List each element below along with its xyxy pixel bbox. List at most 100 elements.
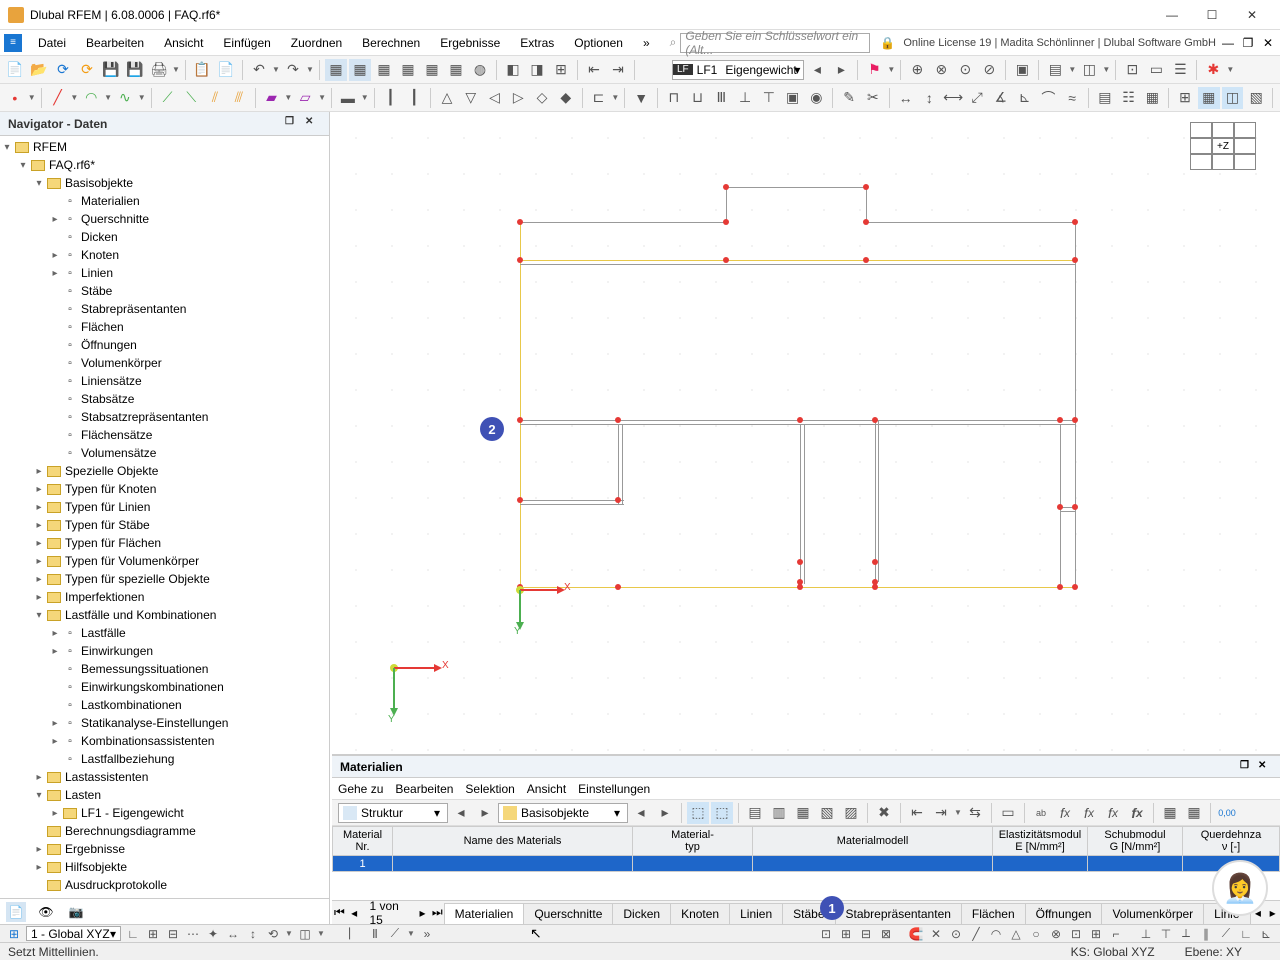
m7-icon[interactable]: ◉ bbox=[805, 87, 827, 109]
tree-item[interactable]: ▾FAQ.rf6* bbox=[0, 156, 329, 174]
tree-item[interactable]: ▫Liniensätze bbox=[0, 372, 329, 390]
app-menu-icon[interactable]: ≡ bbox=[4, 34, 22, 52]
sp1-icon[interactable]: △ bbox=[436, 87, 458, 109]
sp2-icon[interactable]: ▽ bbox=[460, 87, 482, 109]
tree-item[interactable]: ▸Hilfsobjekte bbox=[0, 858, 329, 876]
menu-ergebnisse[interactable]: Ergebnisse bbox=[430, 32, 510, 54]
node-icon[interactable]: • bbox=[4, 87, 26, 109]
w2-icon[interactable]: ⊗ bbox=[930, 59, 952, 81]
member-icon[interactable]: ⟋ bbox=[157, 87, 179, 109]
ins-c-icon[interactable]: ⇆ bbox=[964, 802, 986, 824]
tree-item[interactable]: ▫Volumensätze bbox=[0, 444, 329, 462]
bt-more-icon[interactable]: » bbox=[419, 926, 435, 942]
member4-icon[interactable]: ⫻ bbox=[228, 87, 250, 109]
ins-a-icon[interactable]: ⇤ bbox=[906, 802, 928, 824]
w8-icon[interactable]: ▭ bbox=[1145, 59, 1167, 81]
undo-icon[interactable]: ↶ bbox=[248, 59, 270, 81]
m3-icon[interactable]: Ⅲ bbox=[710, 87, 732, 109]
exp-b-icon[interactable]: ▦ bbox=[1183, 802, 1205, 824]
sel-b-icon[interactable]: ⬚ bbox=[711, 802, 733, 824]
catb-prev-icon[interactable]: ◂ bbox=[630, 802, 652, 824]
bt2-icon[interactable]: ⊞ bbox=[145, 926, 161, 942]
tree-item[interactable]: ▸LF1 - Eigengewicht bbox=[0, 804, 329, 822]
dim-h-icon[interactable]: ≈ bbox=[1061, 87, 1083, 109]
table-column-header[interactable]: Materialmodell bbox=[753, 827, 993, 856]
tree-item[interactable]: ▾Lasten bbox=[0, 786, 329, 804]
tree-item[interactable]: ▸▫Knoten bbox=[0, 246, 329, 264]
table-column-header[interactable]: Querdehnzaν [-] bbox=[1183, 827, 1280, 856]
table-restore-icon[interactable]: ❐ bbox=[1240, 760, 1254, 774]
sn10-icon[interactable]: △ bbox=[1008, 926, 1024, 942]
w7-icon[interactable]: ⊡ bbox=[1121, 59, 1143, 81]
bt4-icon[interactable]: ⋯ bbox=[185, 926, 201, 942]
table-close-icon[interactable]: ✕ bbox=[1258, 760, 1272, 774]
table-tab[interactable]: Öffnungen bbox=[1025, 903, 1103, 924]
loadcase-selector[interactable]: LF LF1 Eigengewicht ▾ bbox=[672, 60, 804, 80]
table-tab[interactable]: Materialien bbox=[444, 903, 525, 924]
tree-item[interactable]: ▸Typen für Linien bbox=[0, 498, 329, 516]
m5-icon[interactable]: ⊤ bbox=[758, 87, 780, 109]
paste-icon[interactable]: 📄 bbox=[215, 59, 237, 81]
align-left-icon[interactable]: ⇤ bbox=[583, 59, 605, 81]
cat-prev-icon[interactable]: ◂ bbox=[450, 802, 472, 824]
open-icon[interactable]: 📂 bbox=[28, 59, 50, 81]
w3-icon[interactable]: ⊙ bbox=[954, 59, 976, 81]
tree-item[interactable]: ▸▫Statikanalyse-Einstellungen bbox=[0, 714, 329, 732]
nav-tab-data-icon[interactable]: 📄 bbox=[6, 902, 26, 922]
panel-c-icon[interactable]: ▦ bbox=[373, 59, 395, 81]
dim-c-icon[interactable]: ⟷ bbox=[942, 87, 964, 109]
opening-icon[interactable]: ▱ bbox=[294, 87, 316, 109]
tree-item[interactable]: ▸▫Linien bbox=[0, 264, 329, 282]
maximize-button[interactable]: ☐ bbox=[1192, 1, 1232, 29]
sn21-icon[interactable]: ∟ bbox=[1238, 926, 1254, 942]
menu-zuordnen[interactable]: Zuordnen bbox=[281, 32, 352, 54]
res-c-icon[interactable]: ▦ bbox=[1141, 87, 1163, 109]
tree-item[interactable]: ▸Typen für Flächen bbox=[0, 534, 329, 552]
dim-g-icon[interactable]: ⌒ bbox=[1037, 87, 1059, 109]
sn6-icon[interactable]: ✕ bbox=[928, 926, 944, 942]
view-b-icon[interactable]: ◨ bbox=[526, 59, 548, 81]
tree-item[interactable]: ▫Lastfallbeziehung bbox=[0, 750, 329, 768]
nav-tab-views-icon[interactable]: 📷 bbox=[66, 902, 86, 922]
flag-icon[interactable]: ⚑ bbox=[863, 59, 885, 81]
shade-icon[interactable]: ▧ bbox=[1245, 87, 1267, 109]
sn15-icon[interactable]: ⌐ bbox=[1108, 926, 1124, 942]
category-b-select[interactable]: Basisobjekte▾ bbox=[498, 803, 628, 823]
dim-e-icon[interactable]: ∡ bbox=[990, 87, 1012, 109]
tree-item[interactable]: ▾RFEM bbox=[0, 138, 329, 156]
table-menu-item[interactable]: Gehe zu bbox=[338, 782, 383, 796]
menu-bearbeiten[interactable]: Bearbeiten bbox=[76, 32, 154, 54]
member3-icon[interactable]: ⫽ bbox=[204, 87, 226, 109]
fx-c-icon[interactable]: fx bbox=[1102, 802, 1124, 824]
bt5-icon[interactable]: ✦ bbox=[205, 926, 221, 942]
dim-b-icon[interactable]: ↕ bbox=[918, 87, 940, 109]
tree-item[interactable]: ▫Öffnungen bbox=[0, 336, 329, 354]
menu-berechnen[interactable]: Berechnen bbox=[352, 32, 430, 54]
navigator-tree[interactable]: ▾RFEM▾FAQ.rf6*▾Basisobjekte▫Materialien▸… bbox=[0, 136, 329, 898]
page-first-icon[interactable]: ⏮ bbox=[332, 905, 347, 920]
sn17-icon[interactable]: ⊤ bbox=[1158, 926, 1174, 942]
cube-icon[interactable]: ▤ bbox=[1044, 59, 1066, 81]
fx-d-icon[interactable]: fx bbox=[1126, 802, 1148, 824]
w9-icon[interactable]: ☰ bbox=[1169, 59, 1191, 81]
table-tab[interactable]: Flächen bbox=[961, 903, 1026, 924]
close-button[interactable]: ✕ bbox=[1232, 1, 1272, 29]
inner-close-button[interactable]: ✕ bbox=[1260, 36, 1276, 50]
tree-item[interactable]: ▸Typen für Volumenkörper bbox=[0, 552, 329, 570]
table-column-header[interactable]: ElastizitätsmodulE [N/mm²] bbox=[993, 827, 1088, 856]
ins-b-icon[interactable]: ⇥ bbox=[930, 802, 952, 824]
m1-icon[interactable]: ⊓ bbox=[663, 87, 685, 109]
dim-d-icon[interactable]: ⤢ bbox=[966, 87, 988, 109]
table-column-header[interactable]: SchubmodulG [N/mm²] bbox=[1088, 827, 1183, 856]
sn2-icon[interactable]: ⊞ bbox=[838, 926, 854, 942]
sel-a-icon[interactable]: ⬚ bbox=[687, 802, 709, 824]
del-icon[interactable]: ✖ bbox=[873, 802, 895, 824]
res-b-icon[interactable]: ☷ bbox=[1118, 87, 1140, 109]
bt3-icon[interactable]: ⊟ bbox=[165, 926, 181, 942]
panel-f-icon[interactable]: ▦ bbox=[445, 59, 467, 81]
sync-icon[interactable]: ⟳ bbox=[76, 59, 98, 81]
bt-ml1-icon[interactable]: ⎸ bbox=[347, 926, 363, 942]
table-menu-item[interactable]: Einstellungen bbox=[578, 782, 650, 796]
se1-icon[interactable]: ⊏ bbox=[588, 87, 610, 109]
tree-item[interactable]: ▫Dicken bbox=[0, 228, 329, 246]
